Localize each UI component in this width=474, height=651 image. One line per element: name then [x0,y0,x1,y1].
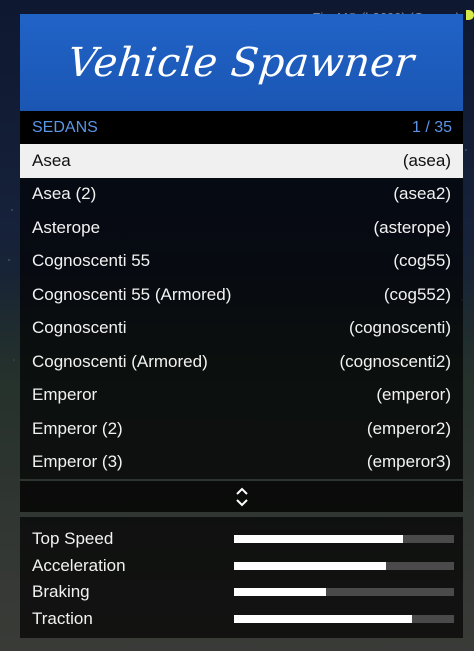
vehicle-code: (emperor) [376,385,451,405]
stat-label: Braking [32,582,90,602]
stat-bar [234,535,454,544]
page-indicator: 1 / 35 [411,118,452,136]
menu-item[interactable]: Emperor (emperor) [20,379,463,413]
stat-label: Top Speed [32,529,114,549]
category-label: SEDANS [32,118,98,136]
stat-bar-fill [234,561,386,570]
vehicle-code: (emperor3) [366,452,451,472]
stat-bar [234,588,454,597]
menu-banner: Vehicle Spawner [20,14,463,111]
vehicle-name: Emperor (3) [32,452,123,472]
up-down-chevron-icon [235,487,248,506]
vehicle-code: (cognoscenti) [348,318,451,338]
vehicle-code: (asea) [402,150,451,170]
vehicle-name: Emperor [32,385,98,405]
vehicle-name: Cognoscenti 55 [32,251,151,271]
stat-label: Acceleration [32,555,126,575]
vehicle-name: Cognoscenti 55 (Armored) [32,284,232,304]
stat-row: Top Speed [32,526,454,553]
vehicle-name: Cognoscenti [32,318,127,338]
vehicle-code: (asterope) [373,217,451,237]
stat-row: Traction [32,606,454,633]
stat-row: Braking [32,579,454,606]
stat-bar [234,614,454,623]
stat-bar-fill [234,588,327,597]
menu-item[interactable]: Cognoscenti 55 (cog55) [20,245,463,279]
stat-label: Traction [32,608,93,628]
stat-bar [234,561,454,570]
vehicle-code: (cog55) [393,251,451,271]
menu-subheader: SEDANS 1 / 35 [20,111,463,144]
menu-title: Vehicle Spawner [65,39,417,86]
scroll-indicator[interactable] [20,481,463,512]
stat-row: Acceleration [32,553,454,580]
stat-bar-fill [234,614,413,623]
vehicle-stats-panel: Top Speed Acceleration Braking Traction [20,517,463,638]
vehicle-code: (asea2) [393,184,451,204]
vehicle-spawner-menu: Vehicle Spawner SEDANS 1 / 35 Asea (asea)… [20,14,463,638]
menu-item[interactable]: Emperor (2) (emperor2) [20,412,463,446]
menu-item[interactable]: Asea (asea) [20,144,463,178]
menu-item[interactable]: Cognoscenti (Armored) (cognoscenti2) [20,345,463,379]
menu-item[interactable]: Asea (2) (asea2) [20,178,463,212]
vehicle-code: (cognoscenti2) [339,351,451,371]
vehicle-list: Asea (asea) Asea (2) (asea2) Asterope (astero… [20,144,463,479]
vehicle-name: Asterope [32,217,101,237]
vehicle-name: Emperor (2) [32,418,123,438]
menu-item[interactable]: Cognoscenti 55 (Armored) (cog552) [20,278,463,312]
stat-bar-fill [234,535,404,544]
vehicle-code: (cog552) [383,284,451,304]
vehicle-name: Asea [32,150,71,170]
vehicle-code: (emperor2) [366,418,451,438]
menu-item[interactable]: Cognoscenti (cognoscenti) [20,312,463,346]
fivem-status-icon [466,10,474,20]
vehicle-name: Cognoscenti (Armored) [32,351,208,371]
vehicle-name: Asea (2) [32,184,97,204]
menu-item[interactable]: Asterope (asterope) [20,211,463,245]
menu-item[interactable]: Emperor (3) (emperor3) [20,446,463,480]
